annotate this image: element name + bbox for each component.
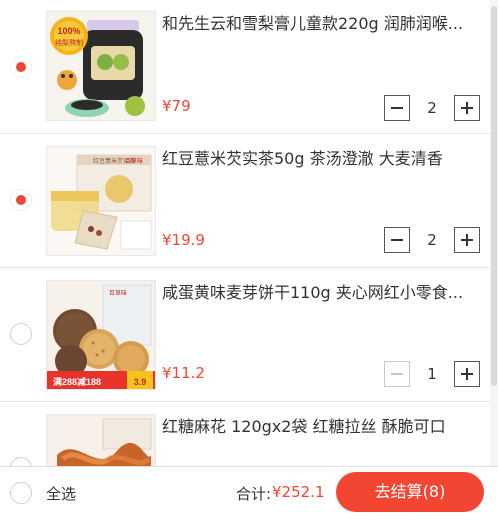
quantity-value[interactable]: 2 [410, 227, 454, 253]
increase-button[interactable] [454, 227, 480, 253]
product-price: ¥11.2 [162, 364, 205, 382]
increase-button[interactable] [454, 95, 480, 121]
total-value: ¥252.1 [272, 483, 325, 501]
promo-price-text: 3.9 [134, 377, 147, 387]
scrollbar[interactable] [490, 0, 498, 466]
product-image[interactable]: 100% 纯梨熬制 [46, 11, 156, 121]
promo-text: 满288减188 [53, 376, 101, 387]
item-checkbox[interactable] [10, 457, 32, 466]
decrease-button[interactable] [384, 227, 410, 253]
product-title[interactable]: 咸蛋黄味麦芽饼干110g 夹心网红小零食... [162, 282, 482, 304]
item-checkbox[interactable] [10, 189, 32, 211]
twisted-cruller-image [47, 415, 155, 466]
cart-item: 红豆薏米芡实茶 百草味 红豆薏米芡实茶50g 茶汤澄澈 大麦清香 ¥19.9 2 [0, 134, 490, 268]
product-title[interactable]: 红豆薏米芡实茶50g 茶汤澄澈 大麦清香 [162, 148, 482, 170]
item-checkbox[interactable] [10, 323, 32, 345]
cart-item: 百草味 满288减188 3.9 咸蛋黄味麦芽饼干110g 夹心网红小零食...… [0, 268, 490, 402]
select-all-checkbox[interactable] [10, 482, 32, 504]
cart-list: 100% 纯梨熬制 和先生云和雪梨膏儿童款220g 润肺润喉... ¥79 2 … [0, 0, 490, 466]
checkout-button[interactable]: 去结算(8) [336, 472, 484, 512]
quantity-stepper: 2 [384, 227, 480, 253]
product-title[interactable]: 红糖麻花 120gx2袋 红糖拉丝 酥脆可口 [162, 416, 482, 438]
tea-box-image: 红豆薏米芡实茶 百草味 [47, 147, 155, 255]
biscuit-brand-text: 百草味 [109, 289, 127, 297]
cart-item: 红糖麻花 120gx2袋 红糖拉丝 酥脆可口 [0, 402, 490, 466]
product-price: ¥79 [162, 97, 191, 115]
checkout-bar: 全选 合计: ¥252.1 去结算(8) [0, 466, 498, 520]
box-brand-text: 百草味 [125, 157, 143, 165]
quantity-value[interactable]: 1 [410, 361, 454, 387]
product-title[interactable]: 和先生云和雪梨膏儿童款220g 润肺润喉... [162, 13, 482, 35]
decrease-button[interactable] [384, 361, 410, 387]
badge-bottom-text: 纯梨熬制 [55, 38, 83, 47]
product-price: ¥19.9 [162, 231, 205, 249]
quantity-stepper: 2 [384, 95, 480, 121]
product-image[interactable]: 百草味 满288减188 3.9 [46, 280, 156, 390]
badge-top-text: 100% [57, 26, 80, 36]
biscuit-image: 百草味 满288减188 3.9 [47, 281, 155, 389]
product-image[interactable] [46, 414, 156, 466]
scrollbar-thumb[interactable] [491, 6, 497, 386]
increase-button[interactable] [454, 361, 480, 387]
select-all-label[interactable]: 全选 [46, 483, 76, 504]
decrease-button[interactable] [384, 95, 410, 121]
pear-paste-jar-image: 100% 纯梨熬制 [47, 12, 155, 120]
item-checkbox[interactable] [10, 56, 32, 78]
quantity-value[interactable]: 2 [410, 95, 454, 121]
total-label: 合计: [236, 485, 272, 503]
quantity-stepper: 1 [384, 361, 480, 387]
cart-item: 100% 纯梨熬制 和先生云和雪梨膏儿童款220g 润肺润喉... ¥79 2 [0, 0, 490, 134]
product-image[interactable]: 红豆薏米芡实茶 百草味 [46, 146, 156, 256]
